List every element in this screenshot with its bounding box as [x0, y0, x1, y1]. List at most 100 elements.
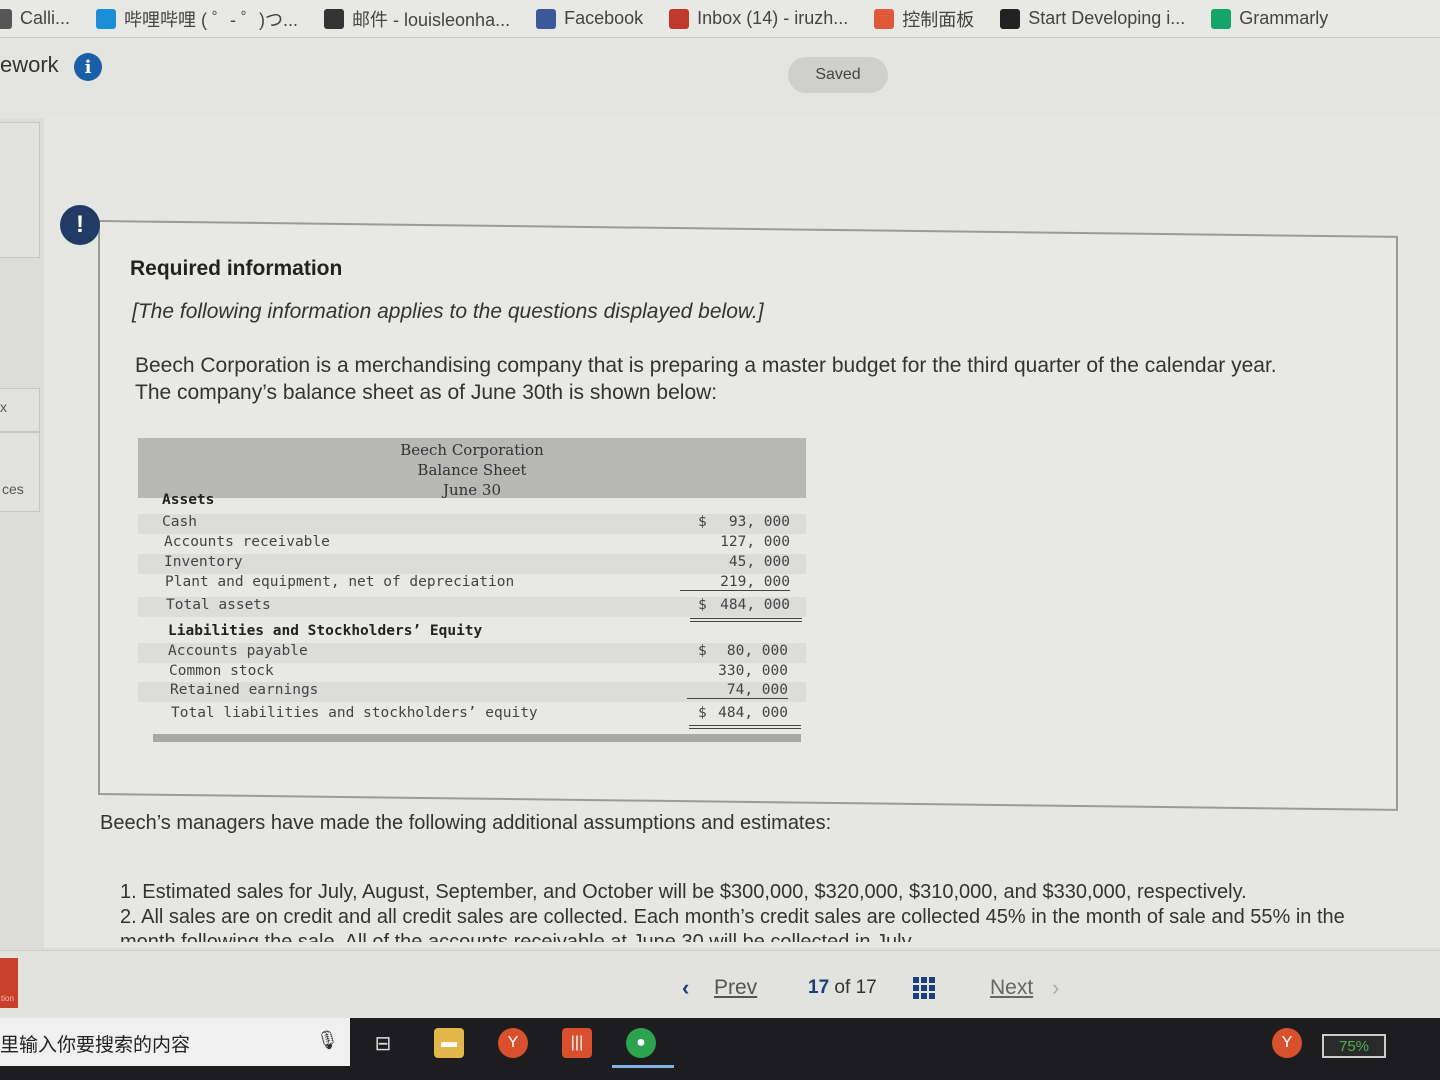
current-page: 17 — [808, 977, 830, 998]
dollar-sign: $ — [698, 643, 707, 659]
row-label: Plant and equipment, net of depreciation — [165, 574, 515, 590]
row-amount: 330, 000 — [718, 663, 788, 679]
bookmark-item[interactable]: Start Developing i... — [1000, 8, 1185, 29]
row-label: Common stock — [169, 663, 274, 679]
info-icon[interactable]: i — [74, 53, 102, 81]
chevron-right-icon[interactable]: › — [1052, 975, 1059, 1001]
liab-heading: Liabilities and Stockholders’ Equity — [168, 623, 483, 639]
row-amount: 127, 000 — [720, 534, 790, 550]
bookmarks-bar: Calli... 哔哩哔哩 ( ゜- ゜)つ... 邮件 - louisleonha… — [0, 0, 1440, 38]
saved-status-badge: Saved — [788, 57, 888, 93]
row-amount: 484, 000 — [720, 597, 790, 613]
bilibili-icon — [96, 8, 117, 29]
row-label: Accounts payable — [168, 643, 308, 659]
row-amount: 219, 000 — [680, 574, 790, 591]
bookmark-label: 邮件 - louisleonha... — [352, 9, 511, 30]
rail-tab-references[interactable]: ces — [0, 432, 40, 512]
rail-tab-references-label: ces — [2, 481, 24, 497]
microphone-icon[interactable]: 🎙 — [316, 1030, 339, 1051]
bookmark-item[interactable]: 控制面板 — [874, 6, 974, 32]
balance-sheet-header: Beech Corporation Balance Sheet June 30 — [138, 438, 806, 499]
assumptions-lead: Beech’s managers have made the following… — [100, 812, 832, 834]
gear-icon — [874, 8, 895, 29]
chevron-left-icon[interactable]: ‹ — [682, 975, 689, 1001]
question-tab[interactable]: tion — [0, 958, 18, 1008]
bookmark-item[interactable]: Inbox (14) - iruzh... — [669, 8, 848, 29]
statement-name: Balance Sheet — [417, 461, 527, 479]
table-row: Accounts receivable 127, 000 — [138, 534, 806, 554]
table-row: Inventory 45, 000 — [138, 554, 806, 574]
page-title: ework — [0, 52, 59, 77]
table-row: Accounts payable $ 80, 000 — [138, 643, 806, 663]
table-row: Retained earnings 74, 000 — [138, 682, 806, 702]
list-item: 1. Estimated sales for July, August, Sep… — [120, 881, 1247, 903]
tray-app-icon[interactable]: Y — [1272, 1028, 1302, 1058]
question-tab-label: tion — [1, 994, 14, 1003]
row-label: Cash — [162, 514, 197, 530]
table-row: Cash $ 93, 000 — [138, 514, 806, 534]
total-pages: 17 — [855, 977, 877, 998]
office-icon[interactable]: ||| — [562, 1028, 592, 1058]
total-assets-row: Total assets $ 484, 000 — [138, 597, 806, 617]
double-underline — [690, 618, 802, 622]
alert-icon: ! — [60, 205, 100, 245]
company-name: Beech Corporation — [400, 441, 544, 459]
gmail-icon — [669, 8, 690, 29]
row-amount: 484, 000 — [718, 705, 788, 721]
prev-button[interactable]: Prev — [714, 976, 757, 1000]
row-label: Retained earnings — [170, 682, 319, 698]
dollar-sign: $ — [698, 514, 707, 530]
table-row: Plant and equipment, net of depreciation… — [138, 574, 806, 594]
facebook-icon — [536, 8, 557, 29]
grid-view-icon[interactable] — [913, 977, 935, 999]
dollar-sign: $ — [698, 597, 707, 613]
mail-icon — [324, 8, 345, 29]
row-label: Inventory — [164, 554, 243, 570]
bookmark-item[interactable]: Grammarly — [1211, 8, 1328, 29]
row-label: Total liabilities and stockholders’ equi… — [171, 705, 538, 721]
file-explorer-icon[interactable]: ▬ — [434, 1028, 464, 1058]
search-placeholder: 里输入你要搜索的内容 — [0, 1035, 191, 1056]
bookmark-item[interactable]: Facebook — [536, 8, 643, 29]
bookmark-label: Calli... — [20, 8, 71, 28]
required-info-note: [The following information applies to th… — [132, 300, 764, 323]
page-counter: 17 of 17 — [808, 977, 877, 999]
table-footer-bar — [153, 734, 801, 742]
required-info-title: Required information — [130, 257, 343, 280]
dollar-sign: $ — [698, 705, 707, 721]
rail-tab-top[interactable] — [0, 122, 40, 258]
total-liab-row: Total liabilities and stockholders’ equi… — [138, 705, 806, 725]
page-icon — [0, 8, 12, 29]
pagination-bar: ‹ Prev 17 of 17 Next › — [0, 950, 1440, 1018]
next-button[interactable]: Next — [990, 976, 1033, 1000]
active-indicator — [612, 1065, 674, 1068]
grammarly-icon — [1211, 8, 1232, 29]
row-amount: 45, 000 — [728, 554, 790, 570]
bookmark-item[interactable]: 邮件 - louisleonha... — [324, 6, 510, 32]
battery-indicator[interactable]: 75% — [1322, 1034, 1386, 1058]
assets-heading-row: Assets — [138, 492, 806, 512]
row-label: Total assets — [166, 597, 271, 613]
bookmark-label: 哔哩哔哩 ( ゜- ゜)つ... — [124, 9, 299, 30]
bookmark-label: Start Developing i... — [1028, 8, 1186, 28]
app-icon[interactable]: Y — [498, 1028, 528, 1058]
apple-icon — [1000, 8, 1021, 29]
assumptions-list: 1. Estimated sales for July, August, Sep… — [120, 880, 1350, 942]
assets-heading: Assets — [162, 492, 215, 508]
rail-tab-close[interactable]: x — [0, 388, 40, 432]
table-row: Common stock 330, 000 — [138, 663, 806, 683]
list-item: 2. All sales are on credit and all credi… — [120, 906, 1345, 942]
chrome-icon[interactable]: ● — [626, 1028, 656, 1058]
row-amount: 93, 000 — [728, 514, 790, 530]
row-amount: 80, 000 — [726, 643, 788, 659]
task-view-icon[interactable]: ⊟ — [368, 1028, 398, 1058]
taskbar-search-input[interactable]: 里输入你要搜索的内容 — [0, 1018, 350, 1066]
double-underline — [689, 725, 801, 729]
required-info-paragraph: Beech Corporation is a merchandising com… — [135, 354, 1277, 404]
bookmark-item[interactable]: 哔哩哔哩 ( ゜- ゜)つ... — [96, 6, 298, 32]
balance-sheet: Beech Corporation Balance Sheet June 30 … — [138, 430, 806, 748]
rail-tab-close-label: x — [0, 399, 7, 415]
page-header — [0, 38, 1440, 118]
page-of: of — [834, 977, 851, 998]
bookmark-item[interactable]: Calli... — [0, 8, 70, 29]
